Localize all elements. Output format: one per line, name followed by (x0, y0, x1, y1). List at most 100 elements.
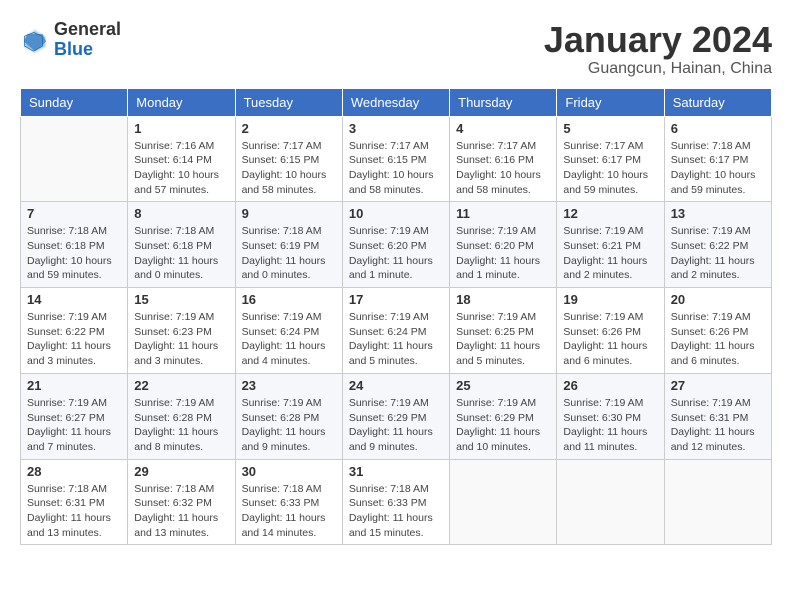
day-info: Sunrise: 7:17 AMSunset: 6:15 PMDaylight:… (242, 139, 336, 198)
day-info: Sunrise: 7:18 AMSunset: 6:19 PMDaylight:… (242, 224, 336, 283)
day-number: 3 (349, 121, 443, 136)
weekday-header-tuesday: Tuesday (235, 88, 342, 116)
day-info: Sunrise: 7:17 AMSunset: 6:16 PMDaylight:… (456, 139, 550, 198)
day-number: 5 (563, 121, 657, 136)
day-info: Sunrise: 7:18 AMSunset: 6:18 PMDaylight:… (27, 224, 121, 283)
calendar-day-16: 16 Sunrise: 7:19 AMSunset: 6:24 PMDayligh… (235, 288, 342, 374)
day-info: Sunrise: 7:19 AMSunset: 6:26 PMDaylight:… (563, 310, 657, 369)
day-number: 8 (134, 206, 228, 221)
calendar-week-1: 1 Sunrise: 7:16 AMSunset: 6:14 PMDaylight… (21, 116, 772, 202)
day-number: 31 (349, 464, 443, 479)
day-number: 9 (242, 206, 336, 221)
calendar-day-12: 12Sunrise: 7:19 AMSunset: 6:21 PMDayligh… (557, 202, 664, 288)
day-info: Sunrise: 7:17 AMSunset: 6:15 PMDaylight:… (349, 139, 443, 198)
weekday-header-row: SundayMondayTuesdayWednesdayThursdayFrid… (21, 88, 772, 116)
calendar-day-4: 4 Sunrise: 7:17 AMSunset: 6:16 PMDaylight… (450, 116, 557, 202)
day-info: Sunrise: 7:19 AMSunset: 6:20 PMDaylight:… (456, 224, 550, 283)
day-info: Sunrise: 7:17 AMSunset: 6:17 PMDaylight:… (563, 139, 657, 198)
day-number: 13 (671, 206, 765, 221)
weekday-header-saturday: Saturday (664, 88, 771, 116)
calendar-day-14: 14 Sunrise: 7:19 AMSunset: 6:22 PMDayligh… (21, 288, 128, 374)
day-info: Sunrise: 7:18 AMSunset: 6:33 PMDaylight:… (349, 482, 443, 541)
day-info: Sunrise: 7:19 AMSunset: 6:20 PMDaylight:… (349, 224, 443, 283)
day-number: 4 (456, 121, 550, 136)
day-info: Sunrise: 7:19 AMSunset: 6:31 PMDaylight:… (671, 396, 765, 455)
weekday-header-sunday: Sunday (21, 88, 128, 116)
calendar-day-9: 9 Sunrise: 7:18 AMSunset: 6:19 PMDaylight… (235, 202, 342, 288)
calendar-day-26: 26Sunrise: 7:19 AMSunset: 6:30 PMDayligh… (557, 373, 664, 459)
logo-text: General Blue (54, 20, 121, 60)
logo-icon (20, 25, 50, 55)
calendar-day-10: 10Sunrise: 7:19 AMSunset: 6:20 PMDayligh… (342, 202, 449, 288)
day-info: Sunrise: 7:19 AMSunset: 6:28 PMDaylight:… (134, 396, 228, 455)
calendar-day-empty (21, 116, 128, 202)
calendar-day-empty (450, 459, 557, 545)
day-number: 1 (134, 121, 228, 136)
calendar-day-13: 13Sunrise: 7:19 AMSunset: 6:22 PMDayligh… (664, 202, 771, 288)
calendar-day-24: 24Sunrise: 7:19 AMSunset: 6:29 PMDayligh… (342, 373, 449, 459)
day-number: 18 (456, 292, 550, 307)
day-info: Sunrise: 7:18 AMSunset: 6:31 PMDaylight:… (27, 482, 121, 541)
day-number: 11 (456, 206, 550, 221)
calendar-day-19: 19Sunrise: 7:19 AMSunset: 6:26 PMDayligh… (557, 288, 664, 374)
day-number: 23 (242, 378, 336, 393)
day-number: 28 (27, 464, 121, 479)
day-info: Sunrise: 7:19 AMSunset: 6:24 PMDaylight:… (242, 310, 336, 369)
calendar-day-8: 8 Sunrise: 7:18 AMSunset: 6:18 PMDaylight… (128, 202, 235, 288)
calendar-day-21: 21 Sunrise: 7:19 AMSunset: 6:27 PMDayligh… (21, 373, 128, 459)
calendar-day-27: 27 Sunrise: 7:19 AMSunset: 6:31 PMDayligh… (664, 373, 771, 459)
day-info: Sunrise: 7:19 AMSunset: 6:25 PMDaylight:… (456, 310, 550, 369)
day-number: 21 (27, 378, 121, 393)
day-number: 15 (134, 292, 228, 307)
day-number: 29 (134, 464, 228, 479)
calendar-day-22: 22 Sunrise: 7:19 AMSunset: 6:28 PMDayligh… (128, 373, 235, 459)
logo: General Blue (20, 20, 121, 60)
day-number: 27 (671, 378, 765, 393)
day-info: Sunrise: 7:19 AMSunset: 6:22 PMDaylight:… (27, 310, 121, 369)
calendar-day-20: 20Sunrise: 7:19 AMSunset: 6:26 PMDayligh… (664, 288, 771, 374)
day-number: 17 (349, 292, 443, 307)
month-title: January 2024 (544, 20, 772, 60)
title-block: January 2024 Guangcun, Hainan, China (544, 20, 772, 78)
day-number: 14 (27, 292, 121, 307)
calendar-day-17: 17 Sunrise: 7:19 AMSunset: 6:24 PMDayligh… (342, 288, 449, 374)
day-number: 6 (671, 121, 765, 136)
day-info: Sunrise: 7:16 AMSunset: 6:14 PMDaylight:… (134, 139, 228, 198)
day-info: Sunrise: 7:19 AMSunset: 6:27 PMDaylight:… (27, 396, 121, 455)
calendar-day-31: 31 Sunrise: 7:18 AMSunset: 6:33 PMDayligh… (342, 459, 449, 545)
day-number: 12 (563, 206, 657, 221)
calendar-day-empty (664, 459, 771, 545)
day-number: 26 (563, 378, 657, 393)
calendar-day-11: 11 Sunrise: 7:19 AMSunset: 6:20 PMDayligh… (450, 202, 557, 288)
day-info: Sunrise: 7:19 AMSunset: 6:29 PMDaylight:… (456, 396, 550, 455)
page-header: General Blue January 2024 Guangcun, Hain… (20, 20, 772, 78)
calendar-day-30: 30Sunrise: 7:18 AMSunset: 6:33 PMDayligh… (235, 459, 342, 545)
day-number: 25 (456, 378, 550, 393)
calendar-day-28: 28 Sunrise: 7:18 AMSunset: 6:31 PMDayligh… (21, 459, 128, 545)
calendar-day-3: 3 Sunrise: 7:17 AMSunset: 6:15 PMDaylight… (342, 116, 449, 202)
calendar-day-5: 5 Sunrise: 7:17 AMSunset: 6:17 PMDaylight… (557, 116, 664, 202)
calendar-day-15: 15Sunrise: 7:19 AMSunset: 6:23 PMDayligh… (128, 288, 235, 374)
weekday-header-friday: Friday (557, 88, 664, 116)
day-info: Sunrise: 7:18 AMSunset: 6:33 PMDaylight:… (242, 482, 336, 541)
calendar-week-3: 14 Sunrise: 7:19 AMSunset: 6:22 PMDayligh… (21, 288, 772, 374)
location-subtitle: Guangcun, Hainan, China (544, 60, 772, 78)
day-info: Sunrise: 7:19 AMSunset: 6:28 PMDaylight:… (242, 396, 336, 455)
day-info: Sunrise: 7:19 AMSunset: 6:29 PMDaylight:… (349, 396, 443, 455)
weekday-header-wednesday: Wednesday (342, 88, 449, 116)
day-number: 16 (242, 292, 336, 307)
day-info: Sunrise: 7:19 AMSunset: 6:24 PMDaylight:… (349, 310, 443, 369)
calendar-week-4: 21 Sunrise: 7:19 AMSunset: 6:27 PMDayligh… (21, 373, 772, 459)
calendar-day-1: 1 Sunrise: 7:16 AMSunset: 6:14 PMDaylight… (128, 116, 235, 202)
day-number: 2 (242, 121, 336, 136)
day-number: 22 (134, 378, 228, 393)
calendar-day-29: 29 Sunrise: 7:18 AMSunset: 6:32 PMDayligh… (128, 459, 235, 545)
weekday-header-monday: Monday (128, 88, 235, 116)
calendar-day-23: 23 Sunrise: 7:19 AMSunset: 6:28 PMDayligh… (235, 373, 342, 459)
day-info: Sunrise: 7:19 AMSunset: 6:26 PMDaylight:… (671, 310, 765, 369)
weekday-header-thursday: Thursday (450, 88, 557, 116)
day-number: 7 (27, 206, 121, 221)
day-info: Sunrise: 7:18 AMSunset: 6:32 PMDaylight:… (134, 482, 228, 541)
day-info: Sunrise: 7:18 AMSunset: 6:18 PMDaylight:… (134, 224, 228, 283)
calendar-week-2: 7 Sunrise: 7:18 AMSunset: 6:18 PMDaylight… (21, 202, 772, 288)
